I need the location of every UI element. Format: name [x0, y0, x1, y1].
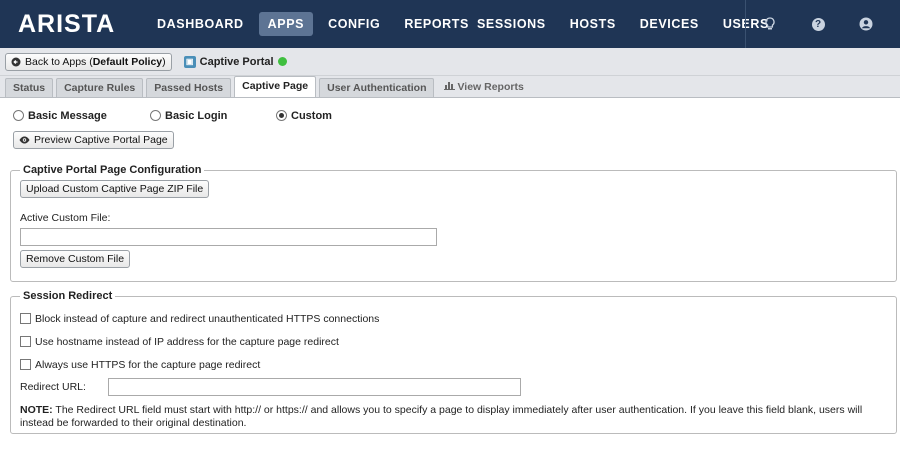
nav-dashboard[interactable]: DASHBOARD — [148, 12, 253, 36]
redirect-note: NOTE: The Redirect URL field must start … — [20, 404, 887, 430]
session-redirect-section: Session Redirect Block instead of captur… — [10, 290, 897, 434]
note-text: The Redirect URL field must start with h… — [20, 404, 863, 429]
radio-label: Basic Message — [28, 109, 107, 122]
active-file-label: Active Custom File: — [20, 212, 111, 224]
active-file-input[interactable] — [20, 228, 437, 246]
remove-custom-file-button[interactable]: Remove Custom File — [20, 250, 131, 268]
top-nav: ARISTA DASHBOARD APPS CONFIG REPORTS SES… — [0, 0, 900, 48]
checkbox[interactable] — [20, 359, 31, 370]
checkbox-block-https[interactable]: Block instead of capture and redirect un… — [20, 307, 887, 330]
help-icon[interactable]: ? — [794, 0, 842, 48]
tab-bar: Status Capture Rules Passed Hosts Captiv… — [0, 76, 900, 98]
captive-page-config-section: Captive Portal Page Configuration Upload… — [10, 164, 897, 282]
eye-icon — [19, 136, 30, 144]
radio-basic-login[interactable]: Basic Login — [150, 110, 276, 122]
status-running-icon — [277, 57, 287, 66]
nav-right: SESSIONS HOSTS DEVICES USERS — [468, 12, 784, 36]
config-legend: Captive Portal Page Configuration — [23, 164, 202, 176]
note-bold: NOTE: — [20, 404, 53, 416]
checkbox-label: Use hostname instead of IP address for t… — [35, 335, 339, 348]
preview-captive-portal-button[interactable]: Preview Captive Portal Page — [13, 131, 174, 149]
arrow-left-icon — [11, 57, 21, 66]
nav-left: DASHBOARD APPS CONFIG REPORTS — [148, 12, 484, 36]
checkbox-label: Block instead of capture and redirect un… — [35, 312, 380, 325]
tab-status[interactable]: Status — [5, 78, 54, 97]
nav-devices[interactable]: DEVICES — [631, 12, 708, 36]
radio-custom[interactable]: Custom — [276, 110, 332, 122]
checkbox-label: Always use HTTPS for the capture page re… — [35, 358, 261, 371]
nav-icons: ? — [745, 0, 890, 48]
redirect-url-input[interactable] — [108, 378, 521, 396]
preview-label: Preview Captive Portal Page — [34, 134, 168, 146]
nav-reports[interactable]: REPORTS — [395, 12, 478, 36]
radio-button-selected[interactable] — [276, 110, 287, 121]
upload-zip-button[interactable]: Upload Custom Captive Page ZIP File — [20, 180, 210, 198]
lightbulb-icon[interactable] — [746, 0, 794, 48]
radio-button[interactable] — [13, 110, 24, 121]
back-policy: Default Policy — [92, 55, 163, 68]
nav-hosts[interactable]: HOSTS — [561, 12, 625, 36]
redirect-legend: Session Redirect — [23, 290, 113, 302]
view-reports-label: View Reports — [457, 81, 524, 93]
brand-logo[interactable]: ARISTA — [18, 10, 148, 39]
redirect-url-row: Redirect URL: — [20, 376, 887, 398]
preview-row: Preview Captive Portal Page — [5, 131, 895, 154]
nav-config[interactable]: CONFIG — [319, 12, 389, 36]
checkbox[interactable] — [20, 313, 31, 324]
tab-passed-hosts[interactable]: Passed Hosts — [146, 78, 232, 97]
radio-basic-message[interactable]: Basic Message — [13, 110, 150, 122]
radio-button[interactable] — [150, 110, 161, 121]
nav-sessions[interactable]: SESSIONS — [468, 12, 555, 36]
nav-apps[interactable]: APPS — [258, 12, 314, 36]
main-content: Basic Message Basic Login Custom Preview… — [0, 98, 900, 434]
checkbox-use-hostname[interactable]: Use hostname instead of IP address for t… — [20, 330, 887, 353]
back-prefix: Back to Apps ( — [25, 55, 93, 68]
back-suffix: ) — [162, 55, 166, 68]
tab-capture-rules[interactable]: Capture Rules — [56, 78, 144, 97]
tab-user-authentication[interactable]: User Authentication — [319, 78, 435, 97]
checkbox-always-https[interactable]: Always use HTTPS for the capture page re… — [20, 353, 887, 376]
page-type-radio-group: Basic Message Basic Login Custom — [5, 104, 895, 127]
back-to-apps-button[interactable]: Back to Apps (Default Policy) — [5, 52, 172, 71]
captive-portal-app-icon: ▣ — [183, 55, 196, 68]
tab-captive-page[interactable]: Captive Page — [234, 76, 317, 97]
bar-chart-icon — [444, 82, 456, 90]
redirect-url-label: Redirect URL: — [20, 381, 86, 393]
user-account-icon[interactable] — [842, 0, 890, 48]
app-toolbar: Back to Apps (Default Policy) ▣ Captive … — [0, 48, 900, 76]
tab-view-reports[interactable]: View Reports — [437, 78, 530, 97]
radio-label: Custom — [291, 109, 332, 122]
radio-label: Basic Login — [165, 109, 228, 122]
app-title: Captive Portal — [199, 55, 274, 68]
checkbox[interactable] — [20, 336, 31, 347]
